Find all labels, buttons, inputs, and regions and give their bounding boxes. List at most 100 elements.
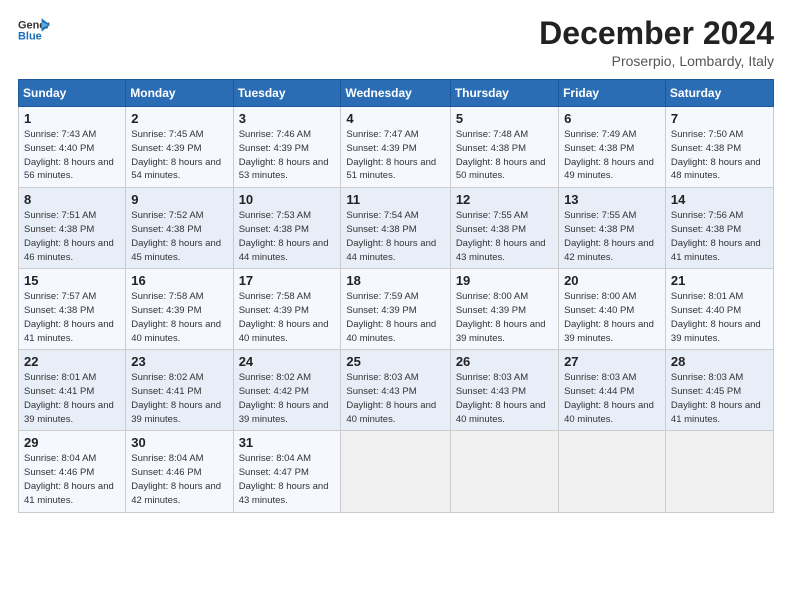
day-info: Sunrise: 8:01 AMSunset: 4:41 PMDaylight:…	[24, 371, 120, 426]
day-cell-3: 3Sunrise: 7:46 AMSunset: 4:39 PMDaylight…	[233, 107, 341, 188]
day-info: Sunrise: 8:02 AMSunset: 4:41 PMDaylight:…	[131, 371, 227, 426]
day-number: 22	[24, 354, 120, 369]
day-info: Sunrise: 7:51 AMSunset: 4:38 PMDaylight:…	[24, 209, 120, 264]
day-number: 27	[564, 354, 660, 369]
svg-text:Blue: Blue	[18, 30, 42, 42]
logo: General Blue	[18, 16, 50, 44]
day-number: 6	[564, 111, 660, 126]
empty-cell	[665, 431, 773, 512]
day-number: 20	[564, 273, 660, 288]
week-row-4: 22 Sunrise: 8:01 AMSunset: 4:41 PMDayligh…	[19, 350, 774, 431]
day-info: Sunrise: 8:04 AMSunset: 4:47 PMDaylight:…	[239, 452, 336, 507]
day-number: 14	[671, 192, 768, 207]
day-number: 21	[671, 273, 768, 288]
logo-icon: General Blue	[18, 16, 50, 44]
empty-cell	[559, 431, 666, 512]
day-info: Sunrise: 8:00 AMSunset: 4:39 PMDaylight:…	[456, 290, 553, 345]
day-cell-16: 16 Sunrise: 7:58 AMSunset: 4:39 PMDayligh…	[126, 269, 233, 350]
subtitle: Proserpio, Lombardy, Italy	[539, 53, 774, 69]
day-number: 11	[346, 192, 444, 207]
day-number: 4	[346, 111, 444, 126]
day-number: 10	[239, 192, 336, 207]
day-info: Sunrise: 8:04 AMSunset: 4:46 PMDaylight:…	[131, 452, 227, 507]
day-info: Sunrise: 7:52 AMSunset: 4:38 PMDaylight:…	[131, 209, 227, 264]
day-number: 15	[24, 273, 120, 288]
day-info: Sunrise: 7:58 AMSunset: 4:39 PMDaylight:…	[131, 290, 227, 345]
day-cell-24: 24 Sunrise: 8:02 AMSunset: 4:42 PMDayligh…	[233, 350, 341, 431]
weekday-header-monday: Monday	[126, 80, 233, 107]
day-cell-6: 6 Sunrise: 7:49 AMSunset: 4:38 PMDaylight…	[559, 107, 666, 188]
day-cell-31: 31 Sunrise: 8:04 AMSunset: 4:47 PMDayligh…	[233, 431, 341, 512]
day-info: Sunrise: 7:50 AMSunset: 4:38 PMDaylight:…	[671, 128, 768, 183]
weekday-header-tuesday: Tuesday	[233, 80, 341, 107]
day-cell-12: 12Sunrise: 7:55 AMSunset: 4:38 PMDayligh…	[450, 188, 558, 269]
day-cell-25: 25 Sunrise: 8:03 AMSunset: 4:43 PMDayligh…	[341, 350, 450, 431]
main-title: December 2024	[539, 16, 774, 51]
day-number: 26	[456, 354, 553, 369]
day-cell-19: 19 Sunrise: 8:00 AMSunset: 4:39 PMDayligh…	[450, 269, 558, 350]
day-cell-29: 29Sunrise: 8:04 AMSunset: 4:46 PMDayligh…	[19, 431, 126, 512]
day-cell-21: 21 Sunrise: 8:01 AMSunset: 4:40 PMDayligh…	[665, 269, 773, 350]
header: General Blue December 2024 Proserpio, Lo…	[18, 16, 774, 69]
day-info: Sunrise: 7:47 AMSunset: 4:39 PMDaylight:…	[346, 128, 444, 183]
day-cell-7: 7 Sunrise: 7:50 AMSunset: 4:38 PMDaylight…	[665, 107, 773, 188]
day-info: Sunrise: 7:54 AMSunset: 4:38 PMDaylight:…	[346, 209, 444, 264]
day-cell-4: 4 Sunrise: 7:47 AMSunset: 4:39 PMDaylight…	[341, 107, 450, 188]
day-number: 13	[564, 192, 660, 207]
day-cell-9: 9 Sunrise: 7:52 AMSunset: 4:38 PMDaylight…	[126, 188, 233, 269]
day-info: Sunrise: 8:03 AMSunset: 4:44 PMDaylight:…	[564, 371, 660, 426]
title-block: December 2024 Proserpio, Lombardy, Italy	[539, 16, 774, 69]
weekday-header-sunday: Sunday	[19, 80, 126, 107]
day-info: Sunrise: 7:45 AMSunset: 4:39 PMDaylight:…	[131, 128, 227, 183]
weekday-header-friday: Friday	[559, 80, 666, 107]
day-cell-27: 27 Sunrise: 8:03 AMSunset: 4:44 PMDayligh…	[559, 350, 666, 431]
day-info: Sunrise: 8:03 AMSunset: 4:45 PMDaylight:…	[671, 371, 768, 426]
day-cell-11: 11 Sunrise: 7:54 AMSunset: 4:38 PMDayligh…	[341, 188, 450, 269]
day-cell-17: 17 Sunrise: 7:58 AMSunset: 4:39 PMDayligh…	[233, 269, 341, 350]
page: General Blue December 2024 Proserpio, Lo…	[0, 0, 792, 612]
day-cell-26: 26 Sunrise: 8:03 AMSunset: 4:43 PMDayligh…	[450, 350, 558, 431]
day-cell-2: 2Sunrise: 7:45 AMSunset: 4:39 PMDaylight…	[126, 107, 233, 188]
day-cell-15: 15 Sunrise: 7:57 AMSunset: 4:38 PMDayligh…	[19, 269, 126, 350]
day-info: Sunrise: 7:49 AMSunset: 4:38 PMDaylight:…	[564, 128, 660, 183]
day-info: Sunrise: 8:04 AMSunset: 4:46 PMDaylight:…	[24, 452, 120, 507]
day-number: 23	[131, 354, 227, 369]
calendar-table: SundayMondayTuesdayWednesdayThursdayFrid…	[18, 79, 774, 512]
day-info: Sunrise: 7:43 AMSunset: 4:40 PMDaylight:…	[24, 128, 120, 183]
day-info: Sunrise: 7:57 AMSunset: 4:38 PMDaylight:…	[24, 290, 120, 345]
day-cell-23: 23 Sunrise: 8:02 AMSunset: 4:41 PMDayligh…	[126, 350, 233, 431]
day-number: 17	[239, 273, 336, 288]
day-info: Sunrise: 7:59 AMSunset: 4:39 PMDaylight:…	[346, 290, 444, 345]
weekday-header-wednesday: Wednesday	[341, 80, 450, 107]
day-cell-14: 14 Sunrise: 7:56 AMSunset: 4:38 PMDayligh…	[665, 188, 773, 269]
day-info: Sunrise: 7:58 AMSunset: 4:39 PMDaylight:…	[239, 290, 336, 345]
day-info: Sunrise: 8:03 AMSunset: 4:43 PMDaylight:…	[346, 371, 444, 426]
week-row-5: 29Sunrise: 8:04 AMSunset: 4:46 PMDayligh…	[19, 431, 774, 512]
day-info: Sunrise: 7:53 AMSunset: 4:38 PMDaylight:…	[239, 209, 336, 264]
day-number: 28	[671, 354, 768, 369]
day-info: Sunrise: 7:55 AMSunset: 4:38 PMDaylight:…	[564, 209, 660, 264]
day-number: 8	[24, 192, 120, 207]
week-row-1: 1Sunrise: 7:43 AMSunset: 4:40 PMDaylight…	[19, 107, 774, 188]
day-cell-13: 13 Sunrise: 7:55 AMSunset: 4:38 PMDayligh…	[559, 188, 666, 269]
day-number: 3	[239, 111, 336, 126]
day-number: 7	[671, 111, 768, 126]
day-number: 31	[239, 435, 336, 450]
day-info: Sunrise: 8:03 AMSunset: 4:43 PMDaylight:…	[456, 371, 553, 426]
day-info: Sunrise: 7:56 AMSunset: 4:38 PMDaylight:…	[671, 209, 768, 264]
empty-cell	[450, 431, 558, 512]
day-cell-28: 28 Sunrise: 8:03 AMSunset: 4:45 PMDayligh…	[665, 350, 773, 431]
day-number: 24	[239, 354, 336, 369]
day-number: 25	[346, 354, 444, 369]
day-cell-22: 22 Sunrise: 8:01 AMSunset: 4:41 PMDayligh…	[19, 350, 126, 431]
day-number: 19	[456, 273, 553, 288]
empty-cell	[341, 431, 450, 512]
day-cell-10: 10 Sunrise: 7:53 AMSunset: 4:38 PMDayligh…	[233, 188, 341, 269]
week-row-3: 15 Sunrise: 7:57 AMSunset: 4:38 PMDayligh…	[19, 269, 774, 350]
day-info: Sunrise: 8:01 AMSunset: 4:40 PMDaylight:…	[671, 290, 768, 345]
day-number: 9	[131, 192, 227, 207]
day-info: Sunrise: 8:02 AMSunset: 4:42 PMDaylight:…	[239, 371, 336, 426]
day-number: 5	[456, 111, 553, 126]
day-cell-1: 1Sunrise: 7:43 AMSunset: 4:40 PMDaylight…	[19, 107, 126, 188]
day-number: 16	[131, 273, 227, 288]
